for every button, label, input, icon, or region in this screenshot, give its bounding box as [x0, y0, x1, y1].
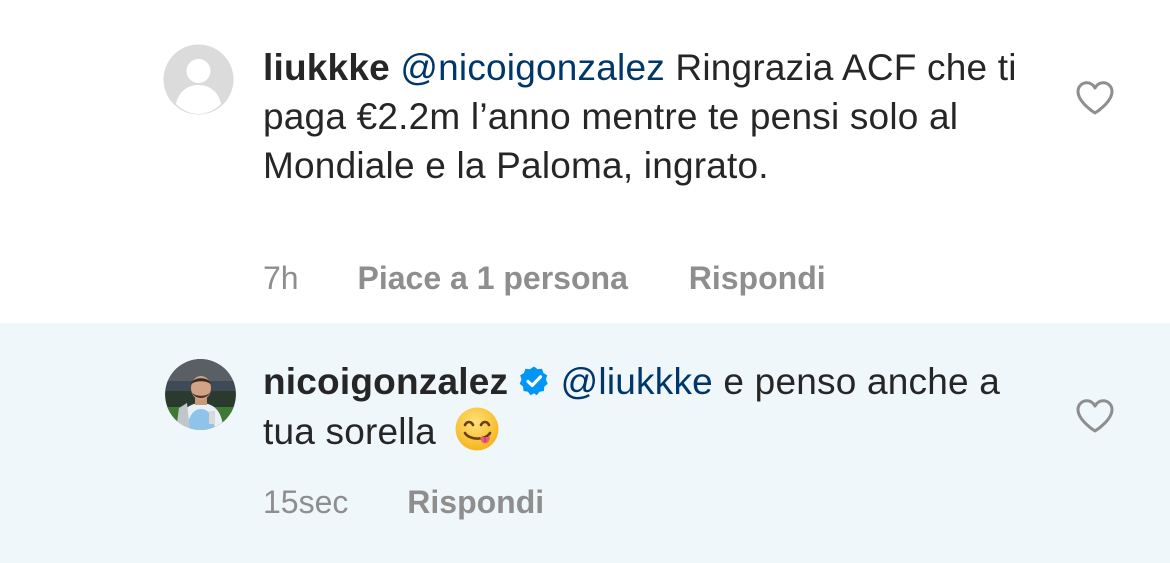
reply-button[interactable]: Rispondi — [407, 484, 544, 521]
comment-time[interactable]: 7h — [263, 260, 299, 297]
comment-username[interactable]: nicoigonzalez — [263, 361, 508, 402]
avatar[interactable] — [163, 44, 234, 115]
comment-time[interactable]: 15sec — [263, 484, 348, 521]
comment-mention[interactable]: @nicoigonzalez — [400, 47, 665, 88]
comment-body: liukkke @nicoigonzalez Ringrazia ACF che… — [263, 43, 1023, 190]
comment-meta: 7h Piace a 1 persona Rispondi — [263, 260, 826, 297]
player-photo-icon — [165, 359, 236, 430]
heart-outline-icon[interactable] — [1075, 398, 1115, 434]
comment-liukkke: liukkke @nicoigonzalez Ringrazia ACF che… — [0, 0, 1170, 323]
face-savoring-food-emoji-icon — [455, 407, 499, 451]
verified-badge-icon — [519, 366, 548, 396]
comment-mention[interactable]: @liukkke — [561, 361, 713, 402]
comment-meta: 15sec Rispondi — [263, 484, 544, 521]
default-avatar-icon — [163, 44, 234, 115]
reply-button[interactable]: Rispondi — [689, 260, 826, 297]
avatar[interactable] — [165, 359, 236, 430]
comment-nicoigonzalez: nicoigonzalez @liukkke e penso anche a t… — [0, 323, 1170, 563]
comment-body: nicoigonzalez @liukkke e penso anche a t… — [263, 357, 1023, 456]
comment-username[interactable]: liukkke — [263, 47, 390, 88]
comment-likes-count[interactable]: Piace a 1 persona — [357, 260, 627, 297]
heart-outline-icon[interactable] — [1075, 80, 1115, 116]
